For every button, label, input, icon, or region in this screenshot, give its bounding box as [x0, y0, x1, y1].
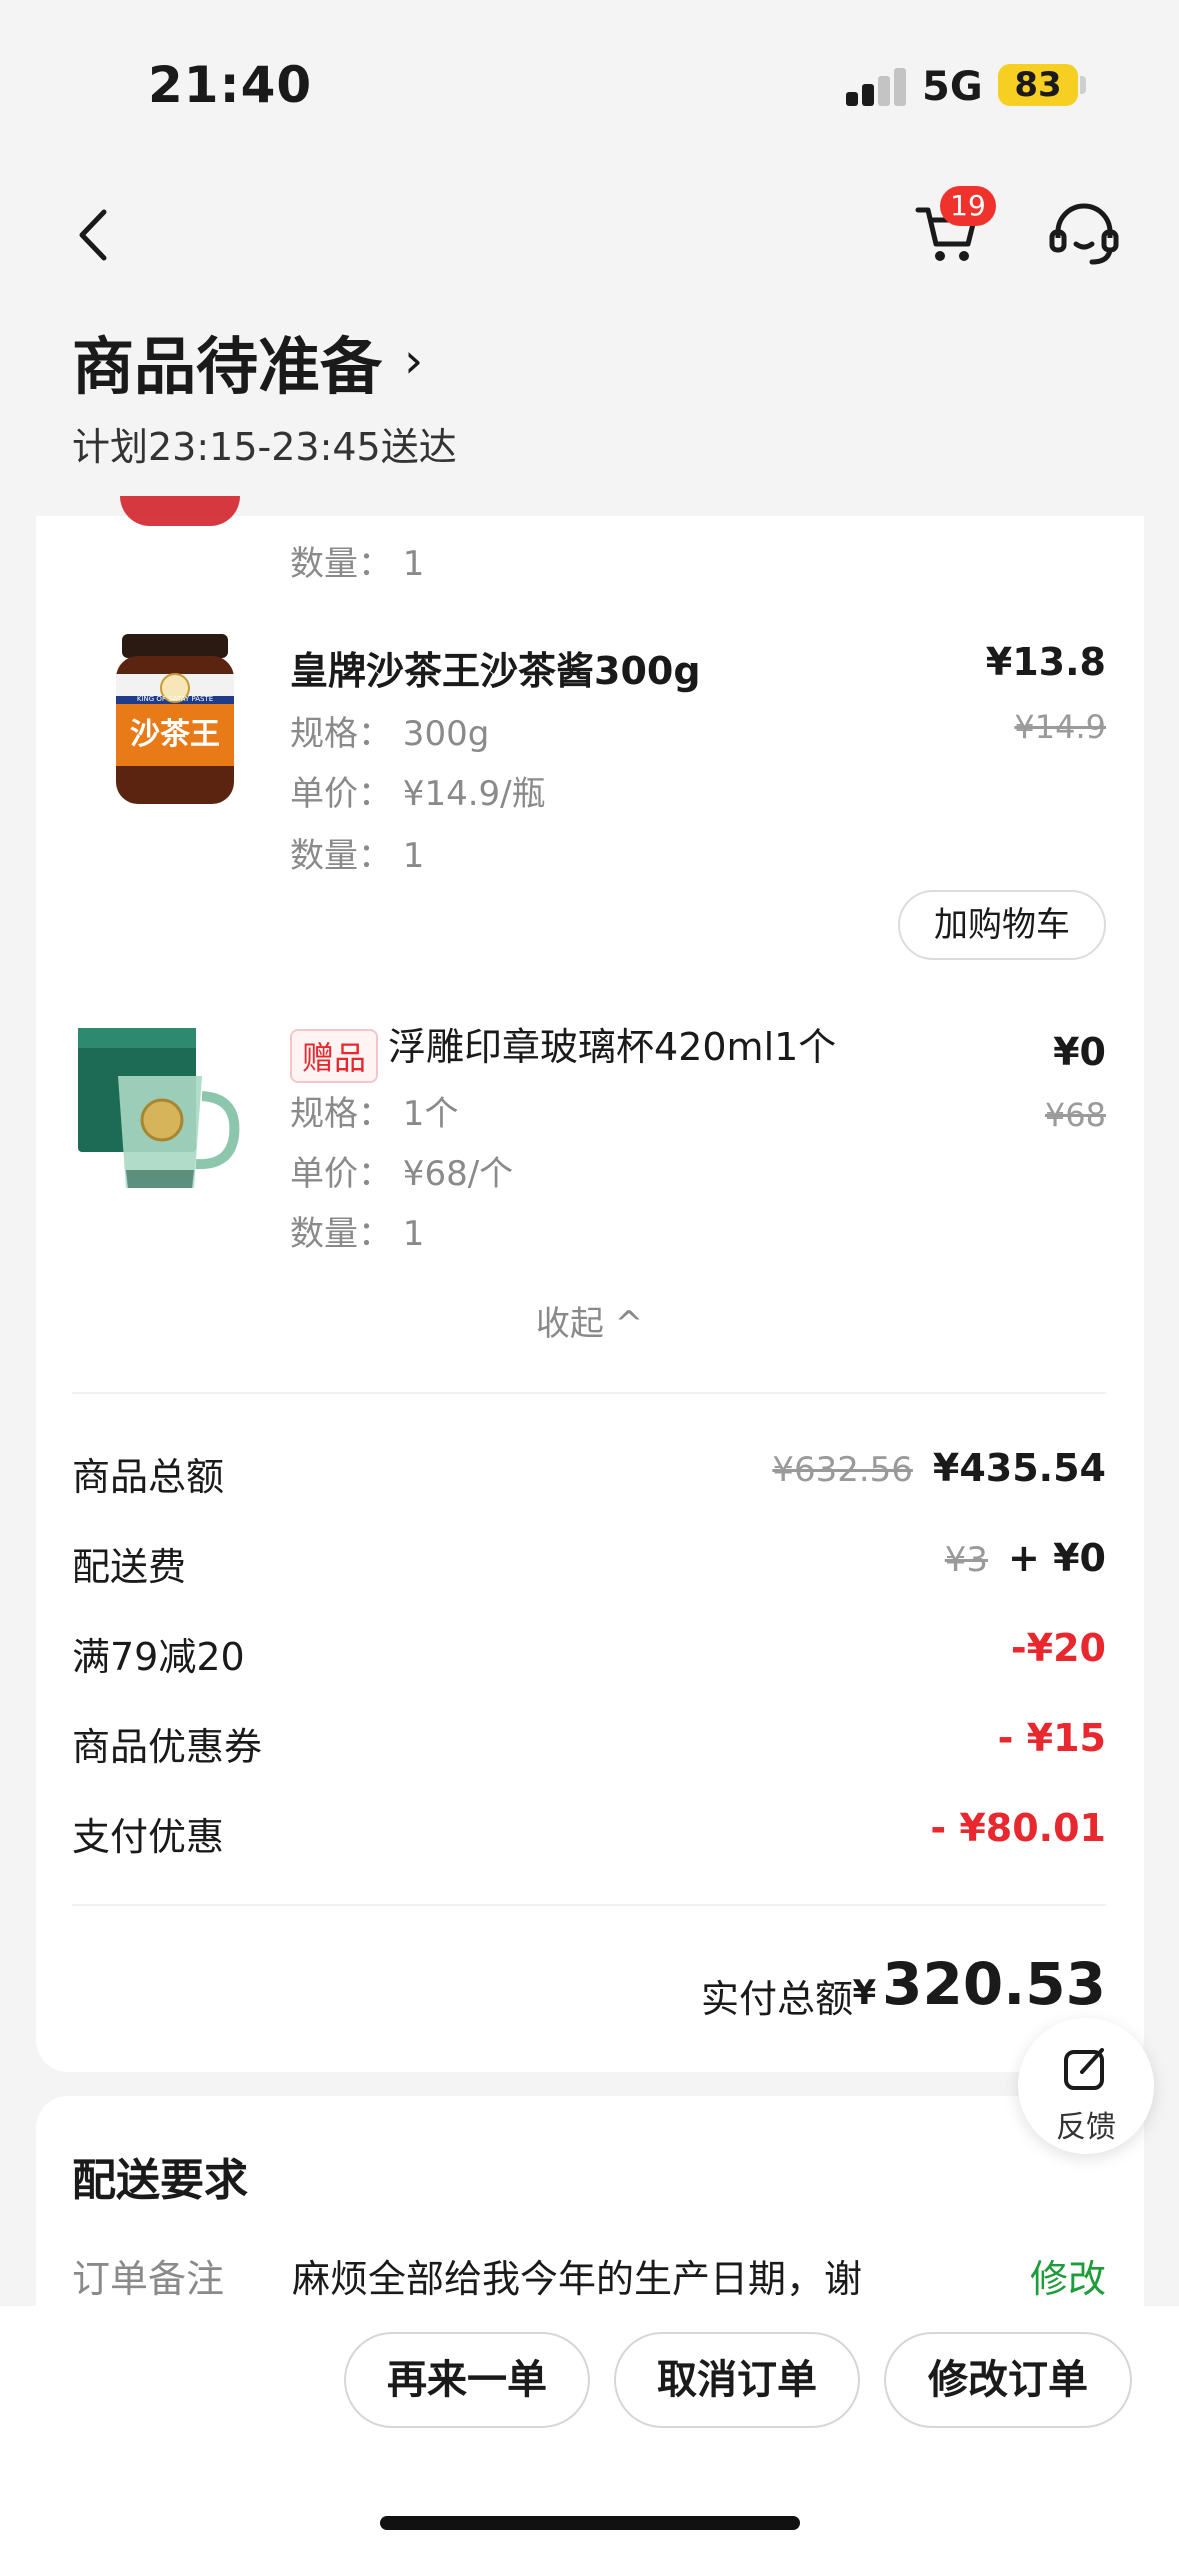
gift-product-title[interactable]: 赠品 浮雕印章玻璃杯420ml1个	[290, 1016, 836, 1083]
gift-tag: 赠品	[290, 1028, 379, 1083]
delivery-fee-original: ¥3	[944, 1540, 989, 1580]
goods-total-value: ¥632.56 ¥435.54	[772, 1446, 1106, 1490]
network-label: 5G	[922, 64, 983, 110]
paid-total-amount: 320.53	[882, 1950, 1106, 2018]
goods-total-amount: ¥435.54	[932, 1446, 1106, 1490]
battery-tip	[1080, 76, 1086, 94]
product-image-glass-cup[interactable]	[76, 1020, 246, 1200]
order-note-text: 麻烦全部给我今年的生产日期，谢	[292, 2257, 863, 2301]
product-unit-price: 单价： ¥68/个	[290, 1154, 514, 1194]
feedback-button[interactable]: 反馈	[1018, 2018, 1154, 2154]
status-time: 21:40	[148, 56, 313, 114]
order-status-title[interactable]: 商品待准备 ›	[72, 316, 423, 406]
modify-order-button[interactable]: 修改订单	[884, 2332, 1132, 2428]
delivery-fee-value: ¥3 + ¥0	[945, 1536, 1106, 1580]
cart-count-badge: 19	[940, 186, 996, 226]
payment-discount-label: 支付优惠	[72, 1815, 225, 1859]
product-qty: 数量： 1	[290, 544, 425, 584]
product-original-price: ¥14.9	[1014, 708, 1106, 746]
collapse-button[interactable]: 收起 ^	[0, 1296, 1179, 1345]
delivery-requirements-title: 配送要求	[72, 2155, 248, 2206]
svg-text:KING OF SATAY PASTE: KING OF SATAY PASTE	[137, 695, 213, 703]
chevron-right-icon: ›	[404, 333, 424, 389]
coupon-label: 商品优惠券	[72, 1725, 263, 1769]
feedback-label: 反馈	[1056, 2110, 1116, 2145]
divider	[72, 1392, 1106, 1394]
divider	[72, 1904, 1106, 1906]
full-reduction-value: -¥20	[1010, 1626, 1106, 1670]
add-to-cart-button[interactable]: 加购物车	[898, 890, 1106, 960]
currency-symbol: ¥	[852, 1973, 877, 2013]
delivery-schedule: 计划23:15-23:45送达	[72, 425, 457, 469]
delivery-fee-label: 配送费	[72, 1545, 187, 1589]
edit-note-button[interactable]: 修改	[1030, 2248, 1106, 2303]
goods-total-label: 商品总额	[72, 1455, 225, 1499]
edit-icon	[1064, 2048, 1104, 2090]
product-image-satay-paste[interactable]: KING OF SATAY PASTE 沙茶王	[100, 630, 250, 810]
signal-icon	[846, 66, 906, 106]
product-qty: 数量： 1	[290, 836, 425, 876]
product-name: 浮雕印章玻璃杯420ml1个	[388, 1025, 837, 1069]
product-spec: 规格： 1个	[290, 1094, 459, 1134]
product-original-price: ¥68	[1044, 1096, 1106, 1134]
delivery-fee-amount: + ¥0	[1008, 1536, 1106, 1580]
paid-total-label: 实付总额	[700, 1977, 853, 2021]
order-note-label: 订单备注	[72, 2257, 225, 2301]
product-qty: 数量： 1	[290, 1214, 425, 1254]
reorder-button[interactable]: 再来一单	[344, 2332, 590, 2428]
product-unit-price: 单价： ¥14.9/瓶	[290, 774, 546, 814]
back-icon[interactable]	[70, 200, 120, 270]
paid-total-value: ¥320.53	[853, 1950, 1107, 2018]
full-reduction-label: 满79减20	[72, 1635, 245, 1679]
customer-service-icon[interactable]	[1048, 200, 1120, 270]
svg-text:沙茶王: 沙茶王	[130, 717, 220, 752]
home-indicator[interactable]	[380, 2516, 800, 2530]
battery-icon: 83	[998, 64, 1078, 106]
coupon-value: - ¥15	[997, 1716, 1106, 1760]
goods-total-original: ¥632.56	[772, 1450, 913, 1490]
product-name[interactable]: 皇牌沙茶王沙茶酱300g	[290, 640, 701, 695]
product-spec: 规格： 300g	[290, 714, 490, 754]
product-price: ¥0	[1053, 1030, 1106, 1074]
payment-discount-value: - ¥80.01	[930, 1806, 1106, 1850]
product-image-partial	[120, 496, 240, 526]
cancel-order-button[interactable]: 取消订单	[614, 2332, 860, 2428]
product-price: ¥13.8	[985, 640, 1106, 684]
order-status-text: 商品待准备	[72, 330, 383, 403]
